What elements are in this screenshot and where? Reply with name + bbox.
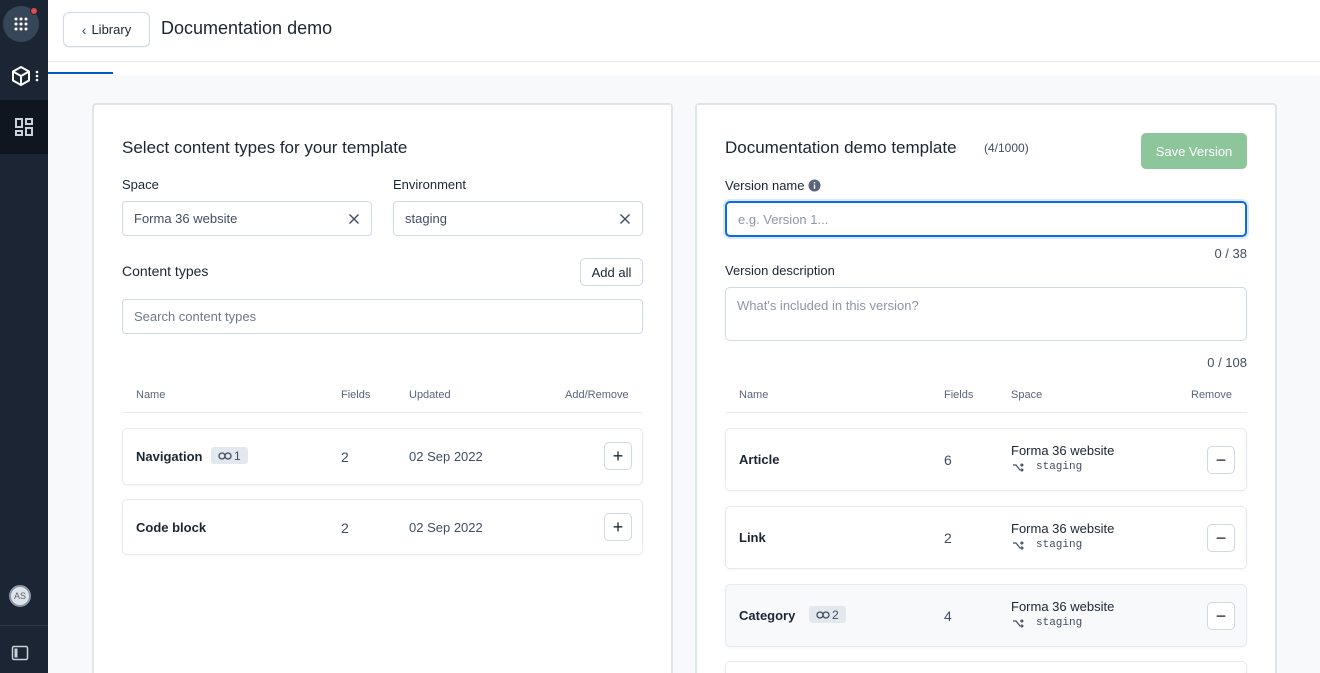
info-icon[interactable] [808, 179, 821, 192]
minus-icon: − [1215, 527, 1227, 548]
save-version-button[interactable]: Save Version [1141, 133, 1247, 169]
minus-icon: − [1215, 449, 1227, 470]
environment-select[interactable]: staging [393, 201, 643, 236]
row-updated: 02 Sep 2022 [409, 520, 483, 535]
branch-icon [1013, 462, 1024, 472]
remove-content-type-button[interactable]: − [1207, 446, 1235, 474]
row-space: Forma 36 website [1011, 443, 1115, 458]
apps-grid-icon [14, 17, 28, 31]
table-row [725, 661, 1247, 673]
content-types-panel [92, 103, 673, 673]
space-value: Forma 36 website [134, 211, 238, 226]
add-all-button[interactable]: Add all [580, 258, 643, 286]
environment-name: staging [1036, 539, 1083, 551]
version-description-counter: 0 / 108 [1207, 355, 1247, 370]
col-header-name: Name [739, 389, 769, 401]
left-panel-title: Select content types for your template [122, 138, 408, 157]
space-select[interactable]: Forma 36 website [122, 201, 372, 236]
environment-value: staging [405, 211, 447, 226]
row-fields: 2 [341, 520, 349, 536]
table-row [725, 428, 1247, 491]
col-header-updated: Updated [409, 389, 451, 401]
row-fields: 2 [944, 530, 952, 546]
search-content-types-input[interactable]: Search content types [122, 299, 643, 334]
row-name: Link [739, 530, 766, 545]
content-types-heading: Content types [122, 263, 209, 279]
col-header-space: Space [1011, 389, 1043, 401]
link-icon [218, 451, 232, 460]
col-header-name: Name [136, 389, 166, 401]
table-row [725, 584, 1247, 647]
reference-count: 2 [832, 607, 839, 622]
table-row [725, 506, 1247, 569]
back-to-library-button[interactable]: ‹ Library [63, 12, 150, 47]
search-placeholder: Search content types [134, 309, 257, 324]
version-description-label: Version description [725, 263, 835, 278]
version-name-label: Version name [725, 178, 805, 193]
reference-badge: 2 [809, 606, 846, 623]
notification-dot [30, 7, 38, 15]
branch-icon [1013, 540, 1024, 550]
active-tab-indicator [48, 72, 113, 74]
reference-badge: 1 [211, 447, 248, 464]
template-title: Documentation demo template [725, 138, 957, 157]
page-header: ‹ Library Documentation demo [48, 0, 1320, 62]
col-header-fields: Fields [341, 389, 371, 401]
row-fields: 4 [944, 608, 952, 624]
row-environment: staging [1012, 617, 1082, 629]
version-name-placeholder: e.g. Version 1... [738, 211, 829, 227]
user-avatar[interactable]: AS [9, 585, 31, 607]
minus-icon: − [1215, 605, 1227, 626]
row-fields: 2 [341, 449, 349, 465]
remove-content-type-button[interactable]: − [1207, 524, 1235, 552]
back-button-label: Library [91, 22, 132, 37]
row-space: Forma 36 website [1011, 521, 1115, 536]
left-navigation: AS [0, 0, 48, 673]
plus-icon: + [612, 445, 624, 466]
reference-count: 1 [234, 448, 241, 463]
remove-content-type-button[interactable]: − [1207, 602, 1235, 630]
row-fields: 6 [944, 452, 952, 468]
plus-icon: + [612, 516, 624, 537]
version-description-input[interactable]: What's included in this version? [725, 287, 1247, 341]
add-content-type-button[interactable]: + [604, 442, 632, 470]
row-name: Navigation [136, 449, 203, 464]
version-description-placeholder: What's included in this version? [737, 298, 919, 313]
col-header-fields: Fields [944, 389, 974, 401]
branch-icon [1013, 618, 1024, 628]
cube-icon[interactable] [10, 65, 32, 87]
close-icon[interactable] [617, 211, 633, 227]
link-icon [816, 610, 830, 619]
version-name-counter: 0 / 38 [1214, 246, 1247, 261]
row-environment: staging [1012, 461, 1082, 473]
page-title: Documentation demo [161, 18, 333, 38]
chevron-left-icon: ‹ [81, 21, 87, 38]
environment-name: staging [1036, 461, 1083, 473]
table-header-divider [725, 412, 1247, 413]
environment-name: staging [1036, 617, 1083, 629]
sidebar-toggle-icon[interactable] [11, 644, 29, 662]
close-icon[interactable] [346, 211, 362, 227]
col-header-add-remove: Add/Remove [565, 389, 629, 401]
row-name: Article [739, 452, 780, 467]
col-header-remove: Remove [1191, 389, 1232, 401]
environment-label: Environment [393, 177, 466, 192]
nav-divider [0, 625, 48, 626]
space-label: Space [122, 177, 159, 192]
row-environment: staging [1012, 539, 1082, 551]
kebab-menu-icon[interactable] [35, 70, 39, 82]
row-updated: 02 Sep 2022 [409, 449, 483, 464]
template-count: (4/1000) [984, 141, 1029, 155]
table-header-divider [122, 412, 643, 413]
nav-item-dashboard[interactable] [0, 100, 48, 154]
row-space: Forma 36 website [1011, 599, 1115, 614]
row-name: Category [739, 608, 796, 623]
row-name: Code block [136, 520, 207, 535]
dashboard-icon [15, 118, 33, 136]
version-name-input[interactable]: e.g. Version 1... [725, 201, 1247, 237]
add-content-type-button[interactable]: + [604, 513, 632, 541]
